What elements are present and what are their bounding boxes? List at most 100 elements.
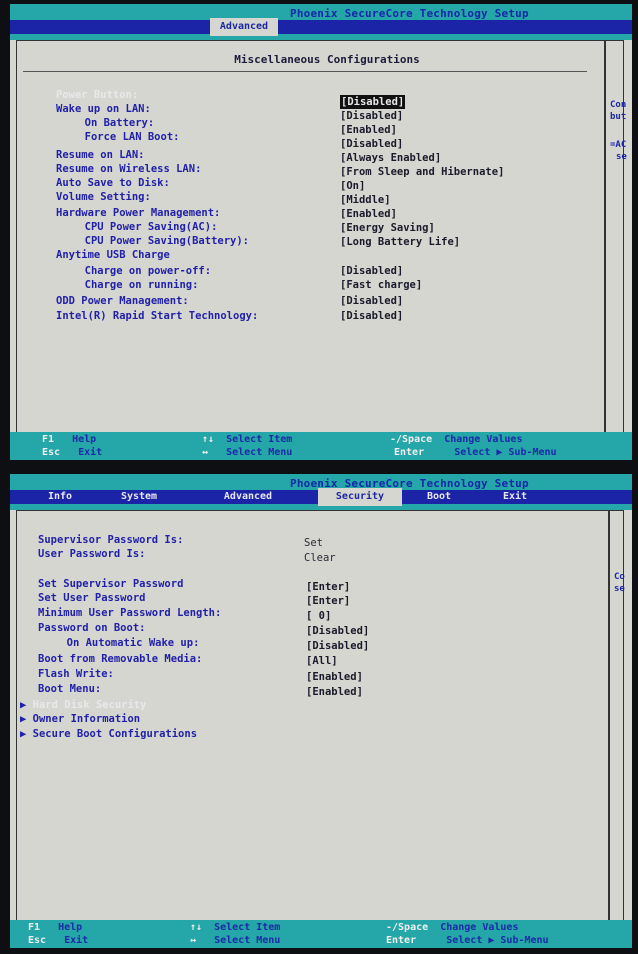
setting-label-cpu-saving-ac: CPU Power Saving(AC):	[72, 221, 218, 233]
submenu-hard-disk-security[interactable]: ▶ Hard Disk Security	[20, 698, 146, 712]
submenu-arrow-icon: ▶	[20, 699, 27, 711]
setting-label-resume-wireless-lan: Resume on Wireless LAN:	[56, 163, 202, 175]
setting-label-power-button: Power Button:	[56, 89, 139, 101]
setting-label-auto-save-disk: Auto Save to Disk:	[56, 177, 170, 189]
setting-label-wake-on-lan: Wake up on LAN:	[56, 103, 151, 115]
header-bar: Phoenix SecureCore Technology Setup Info…	[10, 474, 632, 510]
setting-value-cpu-saving-ac[interactable]: [Energy Saving]	[340, 221, 435, 235]
tab-info[interactable]: Info	[30, 490, 90, 504]
tab-advanced[interactable]: Advanced	[210, 18, 278, 36]
key-esc: Esc	[42, 447, 61, 458]
status-value-user-password: Clear	[304, 552, 336, 564]
tab-advanced[interactable]: Advanced	[210, 490, 286, 504]
setting-value-odd-power[interactable]: [Disabled]	[340, 294, 403, 308]
submenu-owner-information[interactable]: ▶ Owner Information	[20, 712, 140, 726]
help-text-line: Con	[610, 100, 627, 110]
key-esc: Esc	[28, 935, 47, 946]
key-space: -/Space	[390, 434, 433, 445]
setting-label-usb-charge: Anytime USB Charge	[56, 249, 170, 261]
setting-value-boot-menu[interactable]: [Enabled]	[306, 685, 363, 699]
setting-label-charge-power-off: Charge on power-off:	[72, 265, 212, 277]
status-value-supervisor-password: Set	[304, 537, 323, 549]
setting-value-power-button[interactable]: [Disabled]	[340, 95, 406, 109]
submenu-label: Owner Information	[32, 713, 141, 725]
submenu-arrow-icon: ▶	[20, 728, 27, 740]
setting-value-min-password-length[interactable]: [ 0]	[306, 609, 331, 623]
setting-label-charge-running: Charge on running:	[72, 279, 199, 291]
key-enter: Enter	[386, 935, 417, 946]
setting-value-resume-on-lan[interactable]: [Always Enabled]	[340, 151, 441, 165]
bios-brand-title: Phoenix SecureCore Technology Setup	[290, 7, 529, 20]
key-f1: F1	[42, 434, 55, 445]
status-label-supervisor-password: Supervisor Password Is:	[38, 534, 184, 546]
tab-system[interactable]: System	[106, 490, 172, 504]
help-text-line: Co	[614, 572, 625, 582]
submenu-label: Secure Boot Configurations	[32, 728, 198, 740]
setting-value-hw-power-mgmt[interactable]: [Enabled]	[340, 207, 397, 221]
key-space-label: Change Values	[440, 922, 519, 933]
setting-value-flash-write[interactable]: [Enabled]	[306, 670, 363, 684]
tab-exit[interactable]: Exit	[490, 490, 540, 504]
title-divider	[23, 71, 587, 72]
setting-label-hw-power-mgmt: Hardware Power Management:	[56, 207, 221, 219]
help-divider	[604, 40, 606, 438]
setting-label-resume-on-lan: Resume on LAN:	[56, 149, 145, 161]
setting-label-on-battery: On Battery:	[72, 117, 155, 129]
setting-value-wake-on-lan[interactable]: [Disabled]	[340, 109, 403, 123]
key-updown: ↑↓	[190, 922, 203, 933]
key-enter: Enter	[394, 447, 425, 458]
setting-label-odd-power: ODD Power Management:	[56, 295, 189, 307]
key-leftright: ↔	[190, 935, 197, 946]
setting-label-set-user-password: Set User Password	[38, 592, 146, 604]
tab-boot[interactable]: Boot	[414, 490, 464, 504]
setting-label-force-lan-boot: Force LAN Boot:	[72, 131, 180, 143]
setting-value-automatic-wake-up[interactable]: [Disabled]	[306, 639, 369, 653]
setting-value-volume[interactable]: [Middle]	[340, 193, 391, 207]
submenu-secure-boot-configurations[interactable]: ▶ Secure Boot Configurations	[20, 727, 197, 741]
setting-label-volume: Volume Setting:	[56, 191, 151, 203]
setting-value-resume-wireless-lan[interactable]: [From Sleep and Hibernate]	[340, 165, 504, 179]
panel-title: Miscellaneous Configurations	[234, 53, 420, 66]
key-legend-footer: F1 Help Esc Exit ↑↓ Select Item ↔ Select…	[10, 920, 632, 948]
bios-screen-security: Phoenix SecureCore Technology Setup Info…	[10, 474, 632, 948]
setting-value-password-on-boot[interactable]: [Disabled]	[306, 624, 369, 638]
setting-value-charge-power-off[interactable]: [Disabled]	[340, 264, 403, 278]
key-space-label: Change Values	[444, 434, 523, 445]
bios-screen-advanced: Phoenix SecureCore Technology Setup Adva…	[10, 4, 632, 460]
help-divider	[608, 510, 610, 926]
setting-value-force-lan-boot[interactable]: [Disabled]	[340, 137, 403, 151]
help-text-line: =AC	[610, 140, 627, 150]
submenu-arrow-icon: ▶	[20, 713, 27, 725]
menu-bar	[10, 20, 632, 34]
help-text-line: se	[614, 584, 625, 594]
tab-security[interactable]: Security	[318, 488, 402, 506]
status-label-user-password: User Password Is:	[38, 548, 146, 560]
key-f1-label: Help	[72, 434, 97, 445]
setting-label-rapid-start: Intel(R) Rapid Start Technology:	[56, 310, 259, 322]
setting-value-set-user-password[interactable]: [Enter]	[306, 594, 350, 608]
setting-value-on-battery[interactable]: [Enabled]	[340, 123, 397, 137]
key-f1: F1	[28, 922, 41, 933]
setting-value-cpu-saving-battery[interactable]: [Long Battery Life]	[340, 235, 460, 249]
setting-value-rapid-start[interactable]: [Disabled]	[340, 309, 403, 323]
setting-label-automatic-wake-up: On Automatic Wake up:	[54, 637, 200, 649]
setting-label-set-supervisor-password: Set Supervisor Password	[38, 578, 184, 590]
key-updown-label: Select Item	[214, 922, 281, 933]
key-leftright: ↔	[202, 447, 209, 458]
key-esc-label: Exit	[78, 447, 103, 458]
key-legend-footer: F1 Help Esc Exit ↑↓ Select Item ↔ Select…	[10, 432, 632, 460]
submenu-label: Hard Disk Security	[32, 699, 147, 711]
help-text-line: se	[616, 152, 627, 162]
setting-value-charge-running[interactable]: [Fast charge]	[340, 278, 422, 292]
setting-value-set-supervisor-password[interactable]: [Enter]	[306, 580, 350, 594]
setting-value-boot-removable-media[interactable]: [All]	[306, 654, 338, 668]
key-leftright-label: Select Menu	[226, 447, 293, 458]
setting-label-boot-removable-media: Boot from Removable Media:	[38, 653, 203, 665]
key-f1-label: Help	[58, 922, 83, 933]
key-updown: ↑↓	[202, 434, 215, 445]
setting-value-auto-save-disk[interactable]: [On]	[340, 179, 365, 193]
header-bar: Phoenix SecureCore Technology Setup Adva…	[10, 4, 632, 40]
setting-label-min-password-length: Minimum User Password Length:	[38, 607, 222, 619]
setting-label-boot-menu: Boot Menu:	[38, 683, 102, 695]
setting-label-cpu-saving-battery: CPU Power Saving(Battery):	[72, 235, 250, 247]
